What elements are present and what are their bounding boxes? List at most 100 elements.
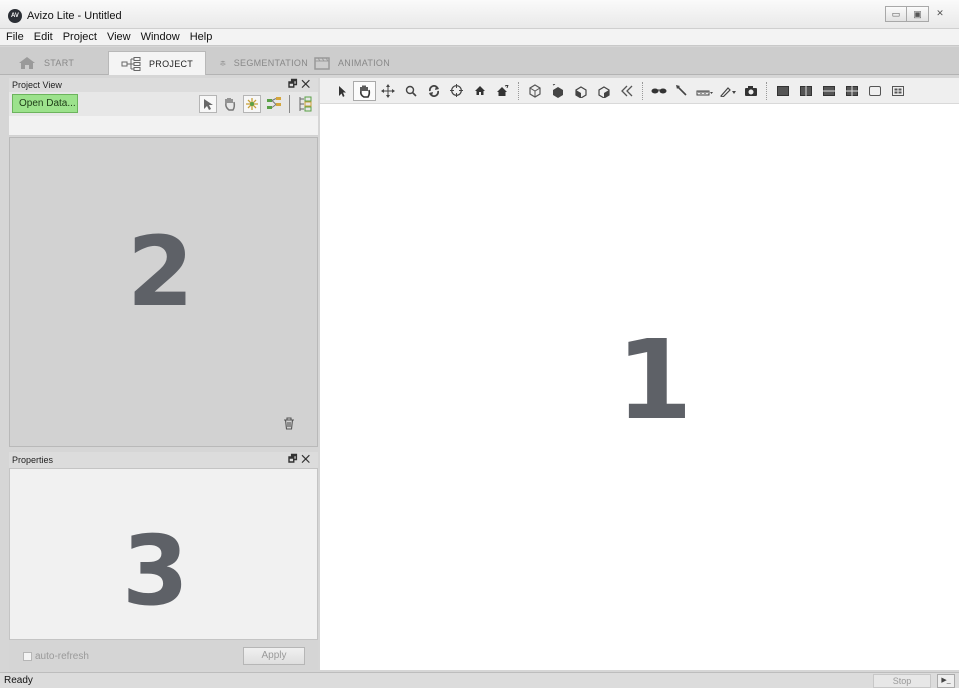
view-xy-button[interactable] bbox=[523, 81, 546, 101]
layout-options-button[interactable] bbox=[886, 81, 909, 101]
region-number-2: 2 bbox=[127, 216, 194, 328]
move-arrows-icon bbox=[380, 83, 395, 98]
hand-icon bbox=[225, 98, 236, 111]
project-graph-area[interactable]: 2 bbox=[9, 137, 318, 447]
auto-refresh-label: auto-refresh bbox=[35, 651, 89, 662]
layout-two-vertical-button[interactable] bbox=[794, 81, 817, 101]
project-view-tools bbox=[199, 95, 314, 113]
region-number-3: 3 bbox=[122, 515, 189, 627]
measure-tool-button[interactable] bbox=[670, 81, 693, 101]
tab-segmentation[interactable]: SEGMENTATION bbox=[208, 51, 308, 75]
auto-connect-button[interactable] bbox=[243, 95, 261, 113]
home-icon bbox=[474, 86, 485, 95]
interact-tool-button[interactable] bbox=[353, 80, 376, 101]
ruler-icon bbox=[696, 90, 713, 95]
status-text: Ready bbox=[4, 675, 33, 686]
apply-button[interactable]: Apply bbox=[243, 647, 305, 665]
home-icon bbox=[19, 57, 35, 69]
tab-start-label: START bbox=[44, 58, 75, 68]
minimize-button[interactable]: ▭ bbox=[885, 6, 907, 22]
trash-icon[interactable] bbox=[283, 417, 295, 430]
project-view-info-strip bbox=[9, 116, 318, 136]
layout-four-button[interactable] bbox=[840, 81, 863, 101]
menu-window[interactable]: Window bbox=[141, 31, 180, 43]
menu-bar: File Edit Project View Window Help bbox=[0, 29, 959, 46]
menu-file[interactable]: File bbox=[6, 31, 24, 43]
layers-icon bbox=[220, 60, 226, 66]
3d-viewer[interactable]: 1 bbox=[320, 104, 959, 670]
home-view-button[interactable] bbox=[468, 81, 491, 101]
menu-view[interactable]: View bbox=[107, 31, 131, 43]
close-button[interactable]: ✕ bbox=[929, 6, 951, 22]
stereo-button[interactable] bbox=[647, 81, 670, 101]
select-tool-button[interactable] bbox=[199, 95, 217, 113]
menu-help[interactable]: Help bbox=[190, 31, 213, 43]
set-home-icon bbox=[497, 84, 509, 96]
rotate-axis-icon bbox=[620, 85, 632, 96]
measure-2d-button[interactable] bbox=[693, 81, 716, 101]
pan-tool-button[interactable] bbox=[221, 95, 239, 113]
seek-tool-button[interactable] bbox=[445, 81, 468, 101]
auto-refresh-checkbox[interactable] bbox=[23, 652, 32, 661]
properties-area: 3 bbox=[9, 468, 318, 640]
fullscreen-icon bbox=[868, 85, 881, 96]
tab-project[interactable]: PROJECT bbox=[108, 51, 206, 75]
orientation-cube-icon bbox=[574, 85, 587, 98]
crosshair-icon bbox=[450, 84, 463, 97]
snapshot-button[interactable] bbox=[739, 81, 762, 101]
translate-tool-button[interactable] bbox=[376, 81, 399, 101]
window-controls: ▭ ▣ ✕ bbox=[885, 6, 951, 22]
tab-segmentation-label: SEGMENTATION bbox=[233, 58, 308, 68]
stop-button[interactable]: Stop bbox=[873, 674, 931, 688]
layout-single-icon bbox=[776, 85, 789, 96]
region-number-1: 1 bbox=[616, 316, 693, 444]
rotate-tool-button[interactable] bbox=[422, 81, 445, 101]
status-bar: Ready Stop ▶_ bbox=[0, 672, 959, 688]
window-title: Avizo Lite - Untitled bbox=[27, 10, 122, 22]
stereo-rotate-button[interactable] bbox=[615, 81, 638, 101]
layout-two-horizontal-button[interactable] bbox=[817, 81, 840, 101]
menu-project[interactable]: Project bbox=[63, 31, 97, 43]
layout-options-icon bbox=[891, 85, 904, 96]
draw-tool-button[interactable] bbox=[716, 81, 739, 101]
orientation-cube-icon bbox=[552, 83, 563, 98]
orientation-cube-icon bbox=[528, 83, 541, 98]
close-panel-icon[interactable]: ✕ bbox=[301, 454, 314, 465]
fullscreen-button[interactable] bbox=[863, 81, 886, 101]
set-home-button[interactable] bbox=[491, 81, 514, 101]
view-yz-button[interactable] bbox=[569, 81, 592, 101]
menu-edit[interactable]: Edit bbox=[34, 31, 53, 43]
view-3d-button[interactable] bbox=[592, 81, 615, 101]
float-panel-icon[interactable]: 🗗 bbox=[288, 454, 301, 465]
rotate-icon bbox=[428, 84, 439, 97]
project-view-header: Project View 🗗✕ bbox=[9, 78, 318, 92]
toolbar-separator bbox=[289, 95, 290, 113]
stereo-glasses-icon bbox=[651, 88, 666, 93]
close-panel-icon[interactable]: ✕ bbox=[301, 79, 314, 90]
tree-view-button[interactable] bbox=[296, 95, 314, 113]
workroom-tabs: START PROJECT SEGMENTATION ANIMATION bbox=[0, 47, 959, 75]
float-panel-icon[interactable]: 🗗 bbox=[288, 79, 301, 90]
film-icon bbox=[314, 57, 330, 70]
toolbar-separator bbox=[518, 81, 519, 100]
layout-single-button[interactable] bbox=[771, 81, 794, 101]
panel-controls: 🗗✕ bbox=[288, 78, 314, 92]
tab-start[interactable]: START bbox=[6, 51, 106, 75]
pointer-icon bbox=[338, 85, 346, 97]
connect-icon bbox=[246, 98, 258, 110]
project-view-toolbar: Open Data... bbox=[9, 92, 318, 116]
view-xz-button[interactable] bbox=[546, 81, 569, 101]
maximize-button[interactable]: ▣ bbox=[907, 6, 929, 22]
layout-graph-button[interactable] bbox=[265, 95, 283, 113]
title-bar: AV Avizo Lite - Untitled ▭ ▣ ✕ bbox=[0, 0, 959, 29]
tab-animation[interactable]: ANIMATION bbox=[308, 51, 404, 75]
layout-split-vertical-icon bbox=[799, 85, 812, 96]
zoom-tool-button[interactable] bbox=[399, 81, 422, 101]
console-icon[interactable]: ▶_ bbox=[937, 674, 955, 688]
auto-refresh-option: auto-refresh bbox=[23, 651, 89, 662]
open-data-button[interactable]: Open Data... bbox=[12, 94, 78, 113]
pointer-icon bbox=[204, 98, 213, 110]
graph-layout-icon bbox=[267, 97, 281, 109]
tab-animation-label: ANIMATION bbox=[338, 58, 391, 68]
pointer-tool-button[interactable] bbox=[330, 81, 353, 101]
